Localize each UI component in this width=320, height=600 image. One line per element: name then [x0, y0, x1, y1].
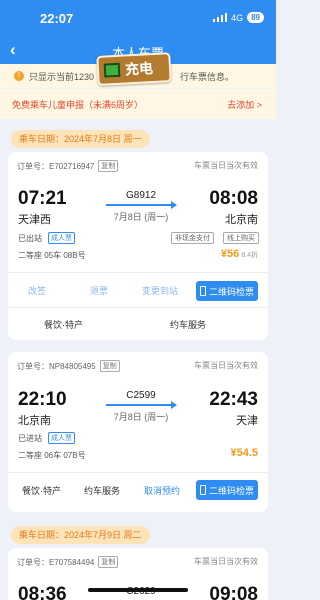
train-date: 7月8日 (周一) [113, 212, 169, 222]
copy-button[interactable]: 复制 [98, 556, 119, 568]
charging-sticker: 充电 [96, 52, 172, 86]
divider [8, 307, 268, 308]
battery-icon: 89 [247, 12, 264, 23]
notice-text-right: 行车票信息。 [180, 71, 235, 82]
payment-tag: 非现金支付 [171, 232, 214, 244]
ticket-price: ¥54.5 [230, 447, 258, 459]
order-number: 订单号：NP84805495 [17, 361, 96, 371]
order-number: 订单号：E702716947 [17, 161, 95, 171]
network-label: 4G [231, 12, 244, 23]
seat-info: 二等座 06车 07B号 [18, 451, 86, 460]
travel-date-pill: 乘车日期：2024年7月8日 周一 [11, 130, 150, 148]
qr-check-label: 二维码检票 [208, 485, 254, 496]
car-service-button[interactable]: 约车服务 [84, 484, 120, 497]
departure-station: 北京南 [18, 415, 51, 427]
change-station-button[interactable]: 变更到站 [142, 284, 178, 297]
arrival-time: 08:08 [209, 188, 258, 209]
sticker-text: 充电 [124, 60, 154, 78]
discount-label: 8.4折 [241, 252, 258, 259]
status-time: 22:07 [40, 11, 74, 26]
ticket-type-tag: 成人票 [48, 432, 75, 444]
home-indicator[interactable] [88, 588, 188, 592]
child-declaration-bar: 免费乘车儿童申报（未满6周岁） 去添加 > [0, 89, 276, 119]
direction-arrow [106, 201, 177, 209]
battery-sticker-icon [103, 62, 121, 78]
departure-time: 22:10 [18, 389, 67, 410]
ticket-card: 订单号：E707584494 复制 车票当日当次有效 08:36 C2629 0… [8, 548, 268, 600]
copy-button[interactable]: 复制 [99, 360, 120, 372]
qr-check-button[interactable]: 二维码检票 [196, 480, 258, 500]
copy-button[interactable]: 复制 [98, 160, 119, 172]
food-button[interactable]: 餐饮·特产 [44, 318, 83, 331]
arrival-station: 北京南 [225, 214, 258, 226]
ticket-card: 订单号：E702716947 复制 车票当日当次有效 07:21 G8912 7… [8, 152, 268, 340]
departure-station: 天津西 [18, 214, 51, 226]
ticket-price: ¥56 8.4折 [220, 248, 258, 260]
train-number: C2599 [126, 390, 156, 401]
child-add-link[interactable]: 去添加 > [227, 98, 262, 111]
seat-info: 二等座 05车 08B号 [18, 251, 86, 260]
status-icons: 4G 89 [213, 12, 264, 23]
purchase-tag: 线上购买 [223, 232, 259, 244]
divider [8, 472, 268, 473]
arrival-time: 09:08 [209, 584, 258, 600]
departure-time: 08:36 [18, 584, 67, 600]
alert-icon: ! [14, 71, 24, 81]
food-button[interactable]: 餐饮·特产 [22, 484, 61, 497]
train-number: G8912 [125, 190, 157, 201]
trip-status: 已进站 [18, 433, 42, 443]
arrival-station: 天津 [236, 415, 258, 427]
valid-note: 车票当日当次有效 [194, 161, 258, 170]
child-declaration-label: 免费乘车儿童申报（未满6周岁） [12, 99, 144, 110]
arrival-time: 22:43 [209, 389, 258, 410]
trip-status: 已出站 [18, 233, 42, 243]
status-bar: 22:07 4G 89 [0, 0, 276, 34]
train-date: 7月8日 (周一) [113, 412, 169, 422]
departure-time: 07:21 [18, 188, 67, 209]
qr-check-label: 二维码检票 [208, 286, 254, 297]
ticket-type-tag: 成人票 [48, 232, 75, 244]
signal-icon [213, 13, 228, 22]
divider [8, 272, 268, 273]
valid-note: 车票当日当次有效 [194, 557, 258, 566]
phone-icon [199, 286, 206, 296]
ticket-card: 订单号：NP84805495 复制 车票当日当次有效 22:10 C2599 7… [8, 352, 268, 512]
order-number: 订单号：E707584494 [17, 557, 95, 567]
change-ticket-button[interactable]: 改签 [28, 284, 46, 297]
qr-check-button[interactable]: 二维码检票 [196, 281, 258, 301]
travel-date-pill: 乘车日期：2024年7月9日 周二 [11, 526, 150, 544]
car-service-button[interactable]: 约车服务 [170, 318, 206, 331]
cancel-reservation-button[interactable]: 取消预约 [144, 484, 180, 497]
valid-note: 车票当日当次有效 [194, 361, 258, 370]
phone-icon [199, 485, 206, 495]
direction-arrow [106, 401, 177, 409]
refund-button[interactable]: 退票 [90, 284, 108, 297]
notice-text-left: 只显示当前1230 [29, 71, 95, 82]
